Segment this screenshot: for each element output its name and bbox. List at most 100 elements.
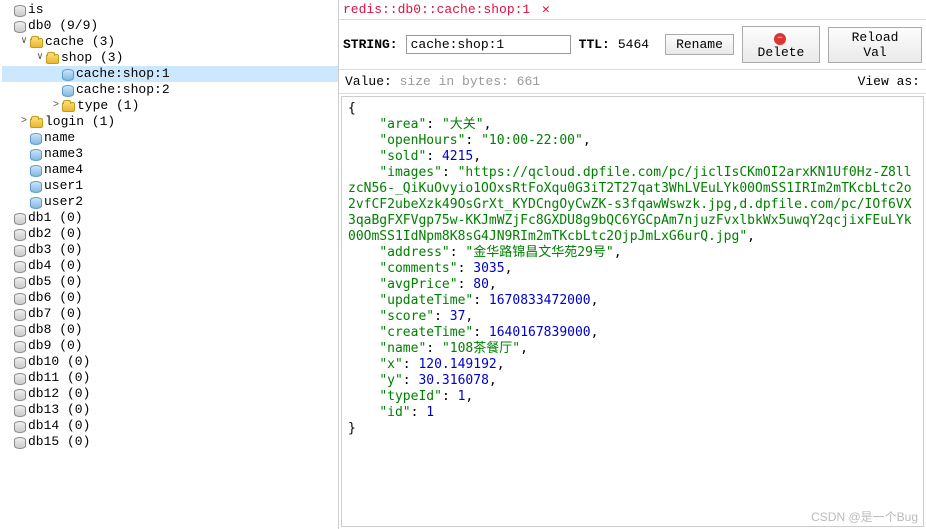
tree-item[interactable]: db10 (0) xyxy=(2,354,338,370)
tab-label[interactable]: redis::db0::cache:shop:1 xyxy=(343,2,530,17)
delete-button[interactable]: –Delete xyxy=(742,26,820,63)
tree-item[interactable]: cache:shop:2 xyxy=(2,82,338,98)
main-panel: redis::db0::cache:shop:1 ✕ STRING: TTL: … xyxy=(339,0,926,529)
tree-item[interactable]: name xyxy=(2,130,338,146)
tree-label: name xyxy=(44,130,75,146)
key-icon xyxy=(62,69,74,81)
tree-label: db7 (0) xyxy=(28,306,83,322)
tree-label: db5 (0) xyxy=(28,274,83,290)
folder-icon xyxy=(30,118,43,128)
tree-label: db11 (0) xyxy=(28,370,90,386)
db-icon xyxy=(14,437,26,449)
db-icon xyxy=(14,229,26,241)
tree-item[interactable]: name3 xyxy=(2,146,338,162)
tree-item[interactable]: db0 (9/9) xyxy=(2,18,338,34)
tree-label: name3 xyxy=(44,146,83,162)
tree-item[interactable]: user1 xyxy=(2,178,338,194)
db-icon xyxy=(14,293,26,305)
tree-item[interactable]: cache:shop:1 xyxy=(2,66,338,82)
tree-item[interactable]: db8 (0) xyxy=(2,322,338,338)
tree-item[interactable]: db7 (0) xyxy=(2,306,338,322)
value-viewer[interactable]: { "area": "大关", "openHours": "10:00-22:0… xyxy=(341,96,924,527)
tree-item[interactable]: db3 (0) xyxy=(2,242,338,258)
db-icon xyxy=(14,5,26,17)
tree-label: db1 (0) xyxy=(28,210,83,226)
toggle-icon[interactable]: ∨ xyxy=(18,34,30,50)
reload-button[interactable]: Reload Val xyxy=(828,27,922,63)
tree-item[interactable]: >login (1) xyxy=(2,114,338,130)
db-icon xyxy=(14,421,26,433)
key-icon xyxy=(30,149,42,161)
tree-item[interactable]: db4 (0) xyxy=(2,258,338,274)
tree-item[interactable]: name4 xyxy=(2,162,338,178)
db-icon xyxy=(14,245,26,257)
tree-item[interactable]: db2 (0) xyxy=(2,226,338,242)
db-icon xyxy=(14,341,26,353)
tree-item[interactable]: is xyxy=(2,2,338,18)
tree-label: cache:shop:2 xyxy=(76,82,170,98)
key-icon xyxy=(30,197,42,209)
db-icon xyxy=(14,325,26,337)
tree-label: user2 xyxy=(44,194,83,210)
tree-label: db6 (0) xyxy=(28,290,83,306)
tree-label: user1 xyxy=(44,178,83,194)
db-icon xyxy=(14,389,26,401)
tree-label: cache (3) xyxy=(45,34,115,50)
value-label: Value: xyxy=(345,74,392,89)
tree-label: shop (3) xyxy=(61,50,123,66)
db-icon xyxy=(14,373,26,385)
tree-item[interactable]: user2 xyxy=(2,194,338,210)
tree-label: db15 (0) xyxy=(28,434,90,450)
tree-label: db3 (0) xyxy=(28,242,83,258)
tree-label: db0 (9/9) xyxy=(28,18,98,34)
key-input[interactable] xyxy=(406,35,571,54)
tree-label: db14 (0) xyxy=(28,418,90,434)
folder-icon xyxy=(62,102,75,112)
tree-label: name4 xyxy=(44,162,83,178)
ttl-label: TTL: xyxy=(579,37,610,52)
tree-label: cache:shop:1 xyxy=(76,66,170,82)
folder-icon xyxy=(30,38,43,48)
tree-item[interactable]: > type (1) xyxy=(2,98,338,114)
tree-label: db9 (0) xyxy=(28,338,83,354)
tree-item[interactable]: db11 (0) xyxy=(2,370,338,386)
tree-item[interactable]: db15 (0) xyxy=(2,434,338,450)
type-label: STRING: xyxy=(343,37,398,52)
tree-item[interactable]: db12 (0) xyxy=(2,386,338,402)
tree-item[interactable]: db14 (0) xyxy=(2,418,338,434)
value-bar: Value: size in bytes: 661 View as: xyxy=(339,70,926,94)
tree-item[interactable]: ∨ shop (3) xyxy=(2,50,338,66)
tree-item[interactable]: db5 (0) xyxy=(2,274,338,290)
key-icon xyxy=(62,85,74,97)
tree-label: db10 (0) xyxy=(28,354,90,370)
key-tree[interactable]: isdb0 (9/9)∨cache (3)∨shop (3)cache:shop… xyxy=(0,0,338,529)
folder-icon xyxy=(46,54,59,64)
db-icon xyxy=(14,213,26,225)
key-icon xyxy=(30,165,42,177)
tree-item[interactable]: db9 (0) xyxy=(2,338,338,354)
view-as-label[interactable]: View as: xyxy=(858,74,920,89)
db-icon xyxy=(14,277,26,289)
db-icon xyxy=(14,21,26,33)
db-icon xyxy=(14,357,26,369)
tree-label: db12 (0) xyxy=(28,386,90,402)
key-icon xyxy=(30,181,42,193)
tree-label: db8 (0) xyxy=(28,322,83,338)
rename-button[interactable]: Rename xyxy=(665,34,734,55)
watermark: CSDN @是一个Bug xyxy=(811,508,918,525)
tree-item[interactable]: db13 (0) xyxy=(2,402,338,418)
close-icon[interactable]: ✕ xyxy=(542,2,550,17)
tree-label: type (1) xyxy=(77,98,139,114)
tree-label: db2 (0) xyxy=(28,226,83,242)
tree-label: db13 (0) xyxy=(28,402,90,418)
db-icon xyxy=(14,309,26,321)
ttl-value: 5464 xyxy=(618,37,649,52)
toggle-icon[interactable]: > xyxy=(50,98,62,114)
toggle-icon[interactable]: ∨ xyxy=(34,50,46,66)
db-icon xyxy=(14,405,26,417)
tree-item[interactable]: ∨ cache (3) xyxy=(2,34,338,50)
tree-item[interactable]: db6 (0) xyxy=(2,290,338,306)
tree-item[interactable]: db1 (0) xyxy=(2,210,338,226)
tree-label: is xyxy=(28,2,44,18)
toggle-icon[interactable]: > xyxy=(18,114,30,130)
